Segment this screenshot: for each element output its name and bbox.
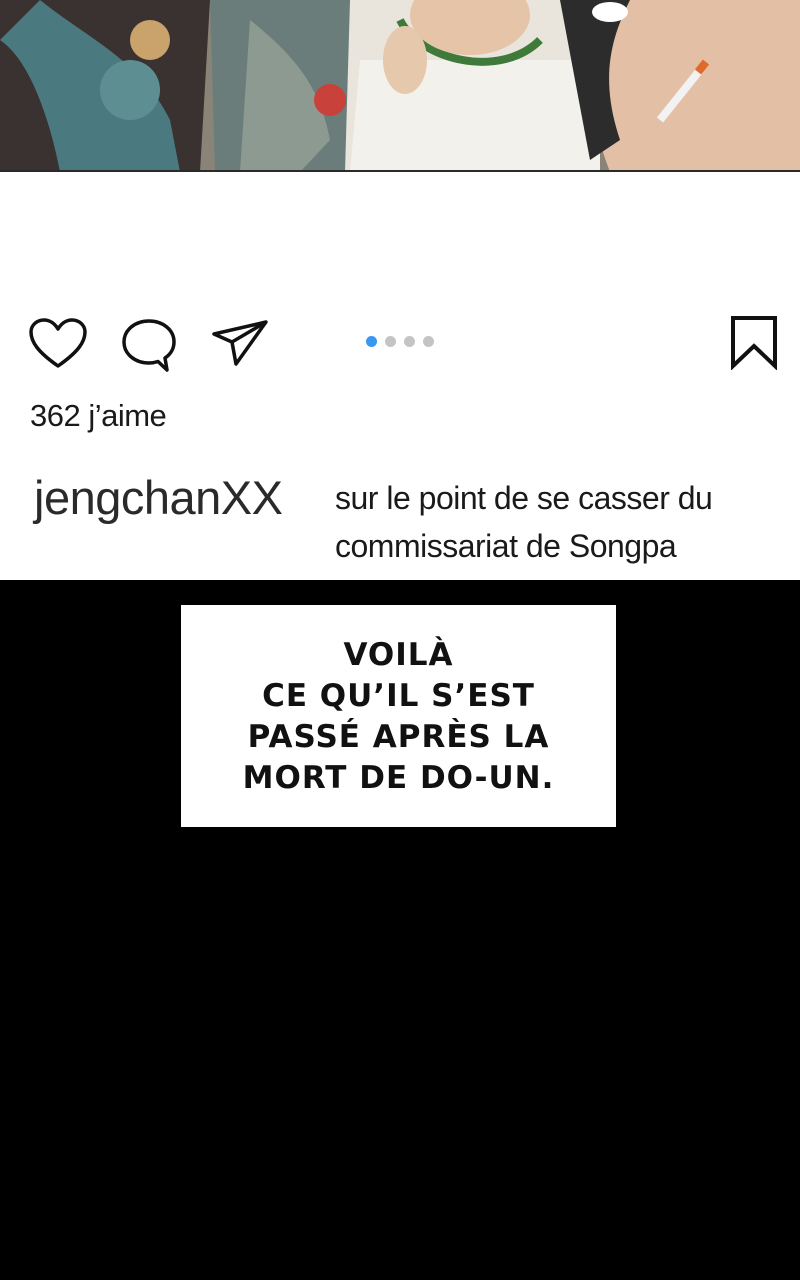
post-action-bar — [0, 310, 800, 372]
bookmark-icon[interactable] — [728, 314, 780, 370]
instagram-post: 362 j’aime jengchanXX sur le point de se… — [0, 0, 800, 580]
post-username[interactable]: jengchanXX — [34, 470, 283, 525]
carousel-indicator — [366, 334, 434, 348]
heart-icon[interactable] — [28, 318, 88, 370]
narration-box: VOILÀ CE QU’IL S’EST PASSÉ APRÈS LA MORT… — [181, 605, 616, 827]
caption-line: sur le point de se casser du — [335, 480, 713, 516]
likes-count[interactable]: 362 j’aime — [30, 398, 167, 434]
narration-line: PASSÉ APRÈS LA — [247, 719, 550, 755]
narration-line: CE QU’IL S’EST — [262, 678, 535, 714]
carousel-dot[interactable] — [366, 335, 377, 347]
paper-plane-icon[interactable] — [210, 318, 270, 368]
post-caption: sur le point de se casser du commissaria… — [335, 474, 775, 570]
carousel-dot[interactable] — [423, 335, 434, 347]
narration-line: VOILÀ — [343, 637, 454, 673]
carousel-dot[interactable] — [385, 335, 396, 347]
post-photo[interactable] — [0, 0, 800, 172]
comment-bubble-icon[interactable] — [120, 318, 178, 374]
caption-line: commissariat de Songpa — [335, 528, 677, 564]
carousel-dot[interactable] — [404, 335, 415, 347]
narration-line: MORT DE DO-UN. — [242, 760, 555, 796]
